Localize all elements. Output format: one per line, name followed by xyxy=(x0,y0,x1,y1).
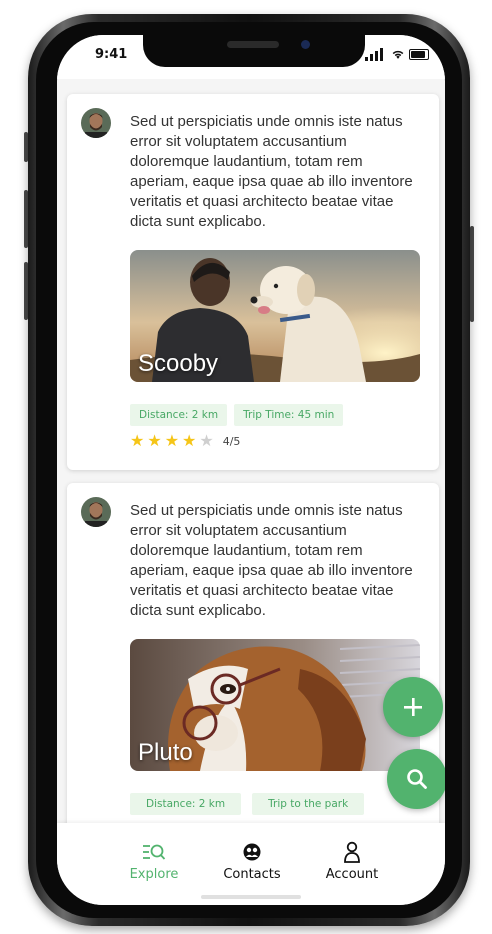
star-icon[interactable]: ★ xyxy=(165,433,179,449)
nav-item-account[interactable]: Account xyxy=(307,841,397,882)
front-camera xyxy=(301,40,310,49)
battery-icon xyxy=(409,49,429,60)
post-card[interactable]: Sed ut perspiciatis unde omnis iste natu… xyxy=(67,94,439,470)
wifi-icon xyxy=(392,50,404,59)
photo-label: Pluto xyxy=(138,739,193,766)
plus-icon xyxy=(404,698,422,716)
post-card[interactable]: Sed ut perspiciatis unde omnis iste natu… xyxy=(67,483,439,859)
star-icon[interactable]: ★ xyxy=(182,433,196,449)
avatar[interactable] xyxy=(81,108,111,138)
rating[interactable]: ★ ★ ★ ★ ★ 4/5 xyxy=(130,433,240,449)
bottom-navigation: Explore Contacts Account xyxy=(57,823,445,905)
tag-trip: Trip to the park xyxy=(252,793,365,815)
search-icon xyxy=(407,769,427,789)
notch xyxy=(143,35,365,67)
explore-icon xyxy=(143,844,166,860)
tag-distance: Distance: 2 km xyxy=(130,404,228,426)
phone-side-button-power xyxy=(470,226,474,322)
account-icon xyxy=(344,841,360,863)
tag-distance: Distance: 2 km xyxy=(130,793,242,815)
contacts-icon xyxy=(243,843,261,861)
status-time: 9:41 xyxy=(95,47,128,62)
post-text: Sed ut perspiciatis unde omnis iste natu… xyxy=(130,113,413,230)
nav-item-explore[interactable]: Explore xyxy=(109,841,199,882)
star-icon[interactable]: ★ xyxy=(130,433,144,449)
post-text: Sed ut perspiciatis unde omnis iste natu… xyxy=(130,502,413,619)
status-bar: 9:41 xyxy=(57,35,445,79)
post-photo[interactable]: Pluto xyxy=(130,639,420,771)
home-indicator[interactable] xyxy=(201,895,301,899)
star-icon[interactable]: ★ xyxy=(147,433,161,449)
search-button[interactable] xyxy=(387,749,445,809)
add-button[interactable] xyxy=(383,677,443,737)
avatar[interactable] xyxy=(81,497,111,527)
status-icons xyxy=(365,47,429,61)
tag-trip-time: Trip Time: 45 min xyxy=(234,404,344,426)
nav-label: Explore xyxy=(129,867,179,882)
nav-label: Contacts xyxy=(223,867,281,882)
photo-label: Scooby xyxy=(138,350,219,377)
post-tags: Distance: 2 km Trip to the park xyxy=(130,793,365,815)
app-screen: 9:41 Sed ut perspiciatis unde omnis iste… xyxy=(57,35,445,905)
post-tags: Distance: 2 km Trip Time: 45 min xyxy=(130,404,344,426)
rating-value: 4/5 xyxy=(222,434,241,448)
feed-list[interactable]: Sed ut perspiciatis unde omnis iste natu… xyxy=(57,79,445,859)
speaker-grille xyxy=(227,41,279,48)
post-photo[interactable]: Scooby xyxy=(130,250,420,382)
nav-label: Account xyxy=(325,867,379,882)
nav-item-contacts[interactable]: Contacts xyxy=(207,841,297,882)
star-icon[interactable]: ★ xyxy=(199,433,213,449)
